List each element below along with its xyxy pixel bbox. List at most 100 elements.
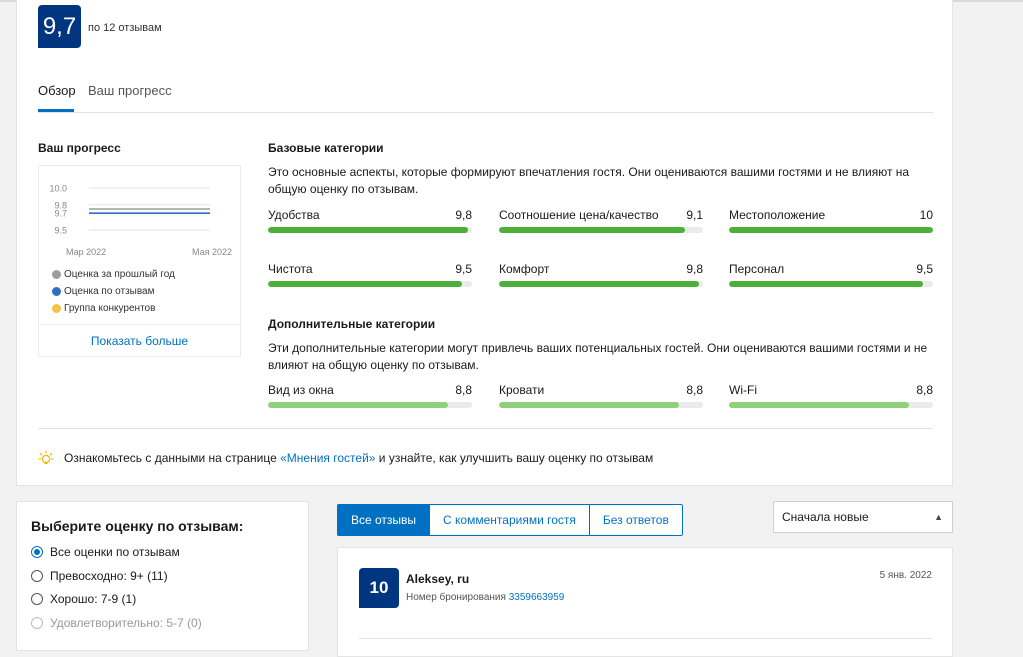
tab-all-reviews[interactable]: Все отзывы: [338, 505, 431, 535]
base-categories-description: Это основные аспекты, которые формируют …: [268, 165, 910, 196]
legend-dot-blue: [52, 287, 61, 296]
category-bar-fill: [499, 281, 699, 287]
category-value: 8,8: [686, 383, 703, 397]
legend-competitors: Группа конкурентов: [52, 303, 155, 314]
tab-bar: Обзор Ваш прогресс: [38, 80, 933, 113]
category-bar-fill: [268, 402, 448, 408]
booking-number-link[interactable]: 3359663959: [509, 592, 565, 603]
category-value: 8,8: [455, 383, 472, 397]
progress-chart-card: 10.0 9.8 9.7 9.5 Мар 2022 Мая 2022 Оценка за …: [38, 165, 241, 357]
category-bar-track: [499, 402, 703, 408]
radio-label: Хорошо: 7-9 (1): [50, 592, 137, 606]
radio-label: Все оценки по отзывам: [50, 545, 180, 559]
category-label: Удобства: [268, 208, 320, 222]
review-filter-tabs: Все отзывы С комментариями гостя Без отв…: [337, 504, 683, 536]
legend-label: Группа конкурентов: [64, 303, 156, 314]
legend-label: Оценка по отзывам: [64, 286, 155, 297]
tip-text-before: Ознакомьтесь с данными на странице: [64, 451, 281, 465]
score-filter-option[interactable]: Хорошо: 7-9 (1): [31, 592, 136, 606]
score-filter-option: Удовлетворительно: 5-7 (0): [31, 616, 202, 630]
score-filter-card: Выберите оценку по отзывам: Все оценки п…: [16, 501, 309, 651]
category-value: 10: [919, 208, 933, 222]
score-filter-option[interactable]: Все оценки по отзывам: [31, 545, 180, 559]
show-more-link[interactable]: Показать больше: [39, 324, 240, 358]
radio-button[interactable]: [31, 593, 43, 605]
divider: [38, 428, 933, 429]
x-tick-label: Мар 2022: [66, 247, 106, 257]
category-bar-track: [729, 227, 933, 233]
active-tab-indicator: [38, 109, 74, 112]
chevron-updown-icon: ▲: [934, 512, 943, 522]
category-value: 9,8: [686, 262, 703, 276]
tab-with-comments[interactable]: С комментариями гостя: [430, 505, 590, 535]
y-tick-label: 9.5: [54, 226, 67, 236]
category-label: Кровати: [499, 383, 545, 397]
category-value: 9,8: [455, 208, 472, 222]
sort-select[interactable]: Сначала новые ▲: [773, 501, 953, 533]
category-bar-track: [268, 281, 472, 287]
radio-button: [31, 616, 43, 629]
legend-review-score: Оценка по отзывам: [52, 286, 155, 297]
category-bar-track: [729, 402, 933, 408]
category-value: 8,8: [916, 383, 933, 397]
sort-value: Сначала новые: [782, 510, 869, 524]
legend-dot-gray: [52, 270, 61, 279]
tab-no-replies[interactable]: Без ответов: [589, 505, 682, 535]
category-value: 9,5: [916, 262, 933, 276]
radio-label: Превосходно: 9+ (11): [50, 568, 168, 583]
tip-banner: Ознакомьтесь с данными на странице «Мнен…: [38, 450, 653, 466]
booking-info: Номер бронирования 3359663959: [406, 592, 564, 603]
category-bar-fill: [499, 227, 685, 233]
category-bar-fill: [499, 402, 679, 408]
extra-categories-title: Дополнительные категории: [268, 317, 436, 331]
divider: [359, 638, 933, 639]
category-bar-track: [268, 402, 472, 408]
category-value: 9,5: [455, 262, 472, 276]
overall-score-badge: 9,7: [38, 5, 81, 48]
category-label: Местоположение: [729, 208, 826, 222]
filter-title: Выберите оценку по отзывам:: [31, 518, 244, 534]
booking-label: Номер бронирования: [406, 592, 506, 603]
category-bar-track: [499, 227, 703, 233]
score-filter-option[interactable]: Превосходно: 9+ (11): [31, 569, 168, 583]
progress-chart: 10.09.89.79.5Мар 2022 Мая 2022: [49, 184, 232, 258]
extra-categories-description: Эти дополнительные категории могут привл…: [268, 341, 928, 372]
lightbulb-icon: [38, 450, 54, 464]
legend-label: Оценка за прошлый год: [64, 269, 175, 280]
category-bar-fill: [729, 402, 909, 408]
review-count: по 12 отзывам: [88, 22, 162, 34]
category-bar-track: [499, 281, 703, 287]
legend-last-year: Оценка за прошлый год: [52, 269, 175, 280]
radio-label: Удовлетворительно: 5-7 (0): [50, 615, 202, 630]
review-score-card: 9,7 по 12 отзывам Обзор Ваш прогресс Ваш…: [16, 0, 953, 486]
category-label: Соотношение цена/качество: [499, 208, 659, 222]
category-bar-track: [268, 227, 472, 233]
y-tick-label: 10.0: [49, 184, 67, 194]
guest-reviews-link[interactable]: «Мнения гостей»: [280, 451, 375, 465]
category-bar-fill: [268, 281, 462, 287]
category-bar-fill: [729, 227, 933, 233]
reviewer-name: Aleksey, ru: [406, 572, 470, 586]
category-label: Чистота: [268, 262, 313, 276]
category-bar-fill: [729, 281, 923, 287]
category-label: Wi-Fi: [729, 383, 757, 397]
tip-text: Ознакомьтесь с данными на странице «Мнен…: [64, 451, 653, 465]
x-tick-label: Мая 2022: [192, 247, 232, 257]
radio-button[interactable]: [31, 546, 43, 558]
category-value: 9,1: [686, 208, 703, 222]
y-tick-label: 9.7: [54, 209, 67, 219]
tab-progress[interactable]: Ваш прогресс: [88, 83, 172, 98]
base-categories-title: Базовые категории: [268, 141, 384, 155]
review-card: 10 Aleksey, ru Номер бронирования 335966…: [337, 547, 953, 657]
review-score-badge: 10: [359, 568, 399, 608]
tab-overview[interactable]: Обзор: [38, 83, 76, 98]
tip-text-after: и узнайте, как улучшить вашу оценку по о…: [375, 451, 654, 465]
category-bar-track: [729, 281, 933, 287]
category-label: Комфорт: [499, 262, 550, 276]
category-label: Вид из окна: [268, 383, 334, 397]
category-label: Персонал: [729, 262, 785, 276]
progress-title: Ваш прогресс: [38, 141, 121, 155]
category-bar-fill: [268, 227, 468, 233]
review-date: 5 янв. 2022: [879, 570, 932, 581]
radio-button[interactable]: [31, 569, 43, 582]
